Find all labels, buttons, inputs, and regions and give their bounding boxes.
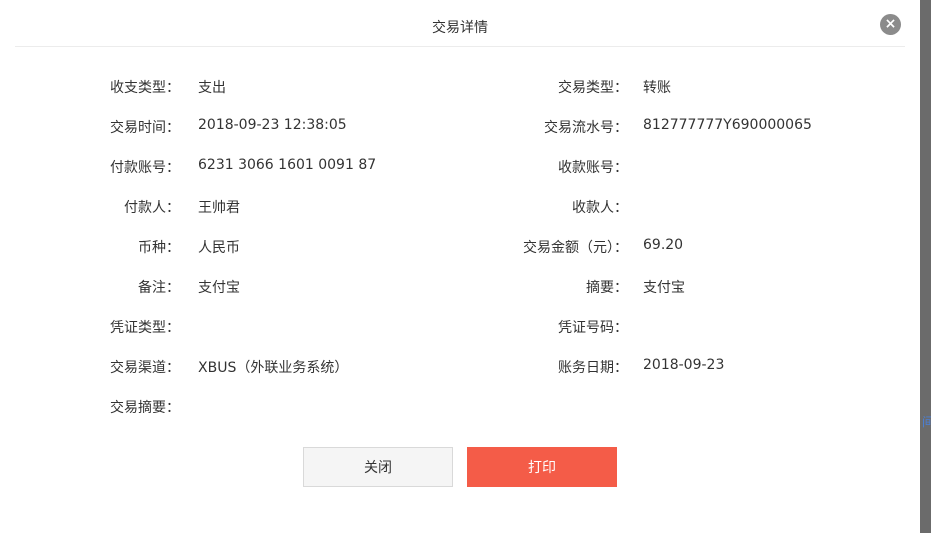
detail-row: 收支类型： 支出 交易类型： 转账 bbox=[0, 77, 920, 97]
accounting-date-value: 2018-09-23 bbox=[643, 357, 725, 373]
summary-label: 摘要： bbox=[586, 280, 628, 296]
voucher-type-label: 凭证类型： bbox=[110, 320, 180, 336]
summary-value: 支付宝 bbox=[643, 280, 685, 296]
currency-value: 人民币 bbox=[198, 240, 240, 256]
channel-label: 交易渠道： bbox=[110, 360, 180, 376]
transaction-time-label: 交易时间： bbox=[110, 120, 180, 136]
detail-row: 交易时间： 2018-09-23 12:38:05 交易流水号： 8127777… bbox=[0, 117, 920, 137]
direction-value: 支出 bbox=[198, 80, 226, 96]
payer-value: 王帅君 bbox=[198, 200, 240, 216]
accounting-date-label: 账务日期： bbox=[558, 360, 628, 376]
dialog-title: 交易详情 bbox=[432, 20, 488, 36]
detail-row: 付款账号： 6231 3066 1601 0091 87 收款账号： bbox=[0, 157, 920, 177]
detail-row: 付款人： 王帅君 收款人： bbox=[0, 197, 920, 217]
detail-row: 币种： 人民币 交易金额（元）： 69.20 bbox=[0, 237, 920, 257]
currency-label: 币种： bbox=[138, 240, 180, 256]
close-button[interactable]: 关闭 bbox=[303, 447, 453, 487]
transaction-type-value: 转账 bbox=[643, 80, 671, 96]
close-icon[interactable]: × bbox=[880, 14, 901, 35]
remark-label: 备注： bbox=[138, 280, 180, 296]
remark-value: 支付宝 bbox=[198, 280, 240, 296]
voucher-number-label: 凭证号码： bbox=[558, 320, 628, 336]
channel-value: XBUS（外联业务系统） bbox=[198, 360, 349, 376]
serial-number-value: 812777777Y690000065 bbox=[643, 117, 812, 133]
detail-row: 交易渠道： XBUS（外联业务系统） 账务日期： 2018-09-23 bbox=[0, 357, 920, 377]
transaction-summary-label: 交易摘要： bbox=[110, 400, 180, 416]
detail-row: 凭证类型： 凭证号码： bbox=[0, 317, 920, 337]
payee-account-label: 收款账号： bbox=[558, 160, 628, 176]
direction-label: 收支类型： bbox=[110, 80, 180, 96]
payer-account-label: 付款账号： bbox=[110, 160, 180, 176]
amount-label: 交易金额（元）： bbox=[523, 240, 628, 256]
transaction-time-value: 2018-09-23 12:38:05 bbox=[198, 117, 347, 133]
background-text-fragment: 间 bbox=[922, 415, 931, 429]
serial-number-label: 交易流水号： bbox=[544, 120, 628, 136]
amount-value: 69.20 bbox=[643, 237, 684, 253]
background-overlay bbox=[920, 0, 931, 533]
payee-label: 收款人： bbox=[572, 200, 628, 216]
payer-label: 付款人： bbox=[124, 200, 180, 216]
detail-row: 备注： 支付宝 摘要： 支付宝 bbox=[0, 277, 920, 297]
transaction-type-label: 交易类型： bbox=[558, 80, 628, 96]
payer-account-value: 6231 3066 1601 0091 87 bbox=[198, 157, 377, 173]
print-button[interactable]: 打印 bbox=[467, 447, 617, 487]
title-divider bbox=[15, 46, 905, 47]
transaction-detail-dialog: 交易详情 × 收支类型： 支出 交易类型： 转账 交易时间： 2018-09-2… bbox=[0, 0, 920, 533]
detail-row: 交易摘要： bbox=[0, 397, 920, 417]
